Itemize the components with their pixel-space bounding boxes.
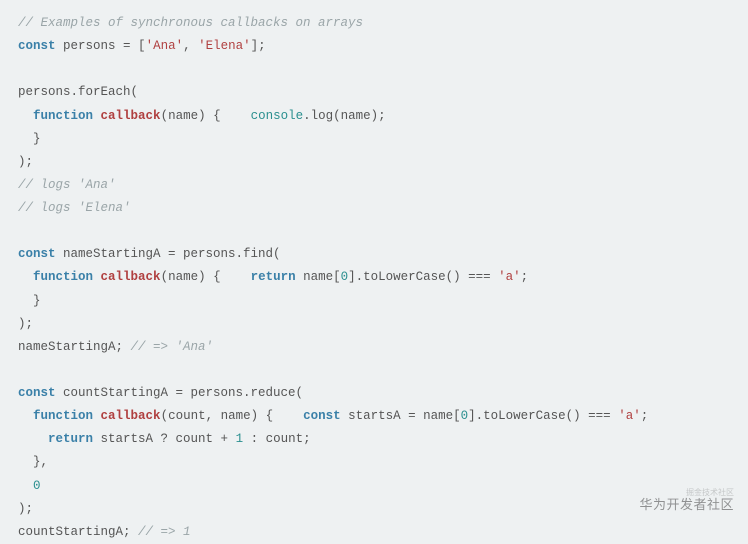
keyword-return: return <box>48 432 93 446</box>
watermark: 华为开发者社区 <box>639 493 734 517</box>
method-call: persons.forEach( <box>18 85 138 99</box>
number-literal: 0 <box>33 479 41 493</box>
keyword-const: const <box>18 247 56 261</box>
number-literal: 0 <box>341 270 349 284</box>
string-literal: 'Ana' <box>146 39 184 53</box>
keyword-const: const <box>303 409 341 423</box>
number-literal: 1 <box>236 432 244 446</box>
comment-line: // => 'Ana' <box>131 340 214 354</box>
keyword-function: function <box>33 409 93 423</box>
keyword-const: const <box>18 386 56 400</box>
keyword-function: function <box>33 270 93 284</box>
console-obj: console <box>251 109 304 123</box>
callback-name: callback <box>101 409 161 423</box>
string-literal: 'a' <box>618 409 641 423</box>
string-literal: 'Elena' <box>198 39 251 53</box>
comment-line: // logs 'Elena' <box>18 201 131 215</box>
keyword-function: function <box>33 109 93 123</box>
callback-name: callback <box>101 270 161 284</box>
string-literal: 'a' <box>498 270 521 284</box>
callback-name: callback <box>101 109 161 123</box>
comment-line: // Examples of synchronous callbacks on … <box>18 16 363 30</box>
code-block: // Examples of synchronous callbacks on … <box>18 12 730 544</box>
keyword-return: return <box>251 270 296 284</box>
identifier: persons <box>63 39 116 53</box>
keyword-const: const <box>18 39 56 53</box>
comment-line: // logs 'Ana' <box>18 178 116 192</box>
